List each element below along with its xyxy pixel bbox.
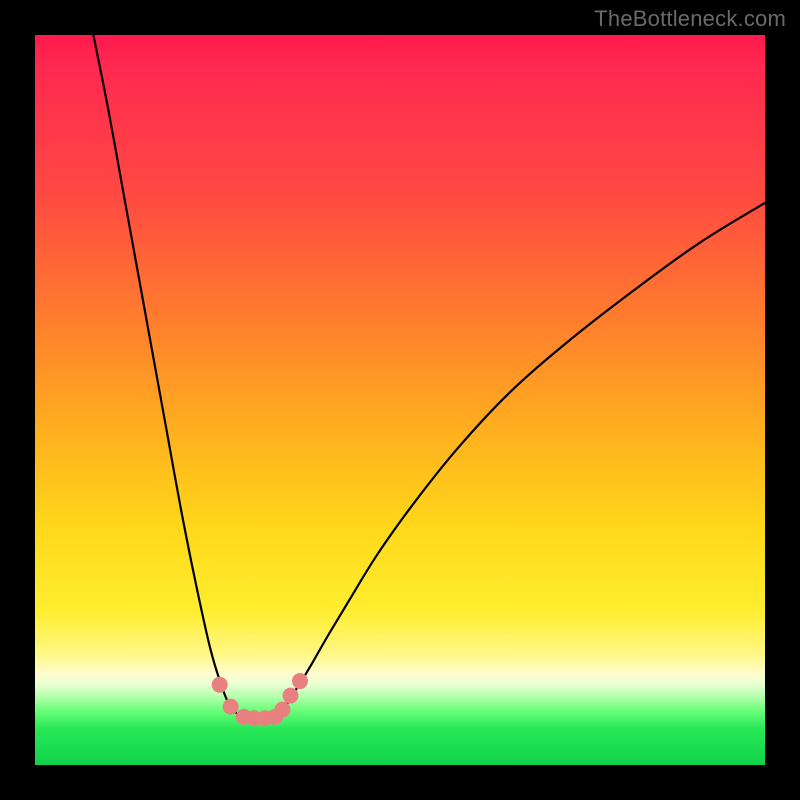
curve-left-branch: [93, 35, 243, 717]
chart-svg: [35, 35, 765, 765]
curve-right-branch: [276, 203, 765, 717]
left-marker-upper: [212, 677, 228, 693]
right-marker-upper: [283, 688, 299, 704]
right-marker-top: [292, 673, 308, 689]
right-marker-lower: [274, 702, 290, 718]
chart-frame: TheBottleneck.com: [0, 0, 800, 800]
plot-area: [35, 35, 765, 765]
watermark-text: TheBottleneck.com: [594, 6, 786, 32]
left-marker-lower: [223, 699, 239, 715]
